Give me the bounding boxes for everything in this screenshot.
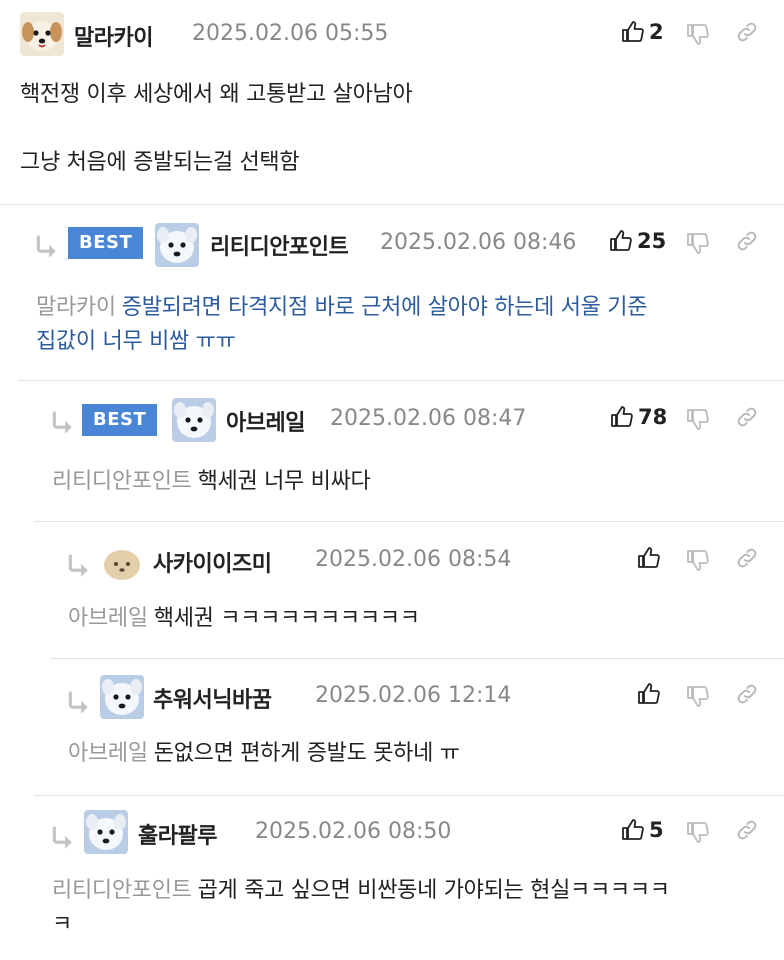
comment-date: 2025.02.06 08:46 [380, 230, 577, 255]
like-button[interactable] [637, 682, 665, 706]
mention-tag[interactable]: 리티디안포인트 [52, 469, 192, 494]
reply-arrow-icon [66, 691, 92, 717]
comment-text-line: 집값이 너무 비쌈 ㅠㅠ [36, 329, 236, 354]
comment-item: 추워서닉바꿈 2025.02.06 12:14 아브레일 돈없으면 편하게 증발도… [0, 659, 784, 795]
comment-text-line: 그냥 처음에 증발되는걸 선택함 [20, 150, 300, 175]
thumbs-up-icon [621, 818, 645, 842]
comment-body: 리티디안포인트 핵세권 너무 비싸다 [52, 465, 371, 499]
like-button[interactable] [637, 546, 665, 570]
dog-avatar-icon [84, 810, 128, 854]
comment-text-line: 리티디안포인트 핵세권 너무 비싸다 [52, 465, 371, 499]
like-button[interactable]: 25 [609, 229, 666, 253]
thumbs-down-icon[interactable] [686, 548, 710, 572]
best-badge: BEST [82, 404, 158, 436]
link-icon[interactable] [735, 405, 759, 429]
thumbs-down-icon[interactable] [686, 231, 710, 255]
comment-item: 말라카이 2025.02.06 05:55 2 핵전쟁 이후 세상에서 왜 고통… [0, 0, 784, 205]
comment-text: 곱게 죽고 싶으면 비싼동네 가야되는 현실ㅋㅋㅋㅋㅋ [197, 878, 670, 903]
comment-body: 핵전쟁 이후 세상에서 왜 고통받고 살아남아 그냥 처음에 증발되는걸 선택함 [20, 78, 413, 180]
link-icon[interactable] [735, 229, 759, 253]
avatar[interactable] [20, 12, 64, 56]
reply-arrow-icon [50, 826, 76, 852]
like-button[interactable]: 2 [621, 20, 664, 44]
dog-avatar-icon [20, 12, 64, 56]
comment-body: 말라카이 증발되려면 타격지점 바로 근처에 살아야 하는데 서울 기준 집값이 … [36, 291, 647, 359]
comment-date: 2025.02.06 05:55 [192, 21, 389, 46]
dog-avatar-icon [100, 542, 144, 586]
like-count: 2 [649, 20, 664, 44]
comment-text-line: ㅋ [52, 912, 72, 937]
thumbs-up-icon [637, 682, 661, 706]
comment-author[interactable]: 아브레일 [226, 405, 305, 437]
comment-author[interactable]: 리티디안포인트 [210, 229, 349, 261]
comment-item: BEST 리티디안포인트 2025.02.06 08:46 25 말라카이 증발되… [0, 205, 784, 381]
thumbs-down-icon[interactable] [686, 407, 710, 431]
best-badge: BEST [68, 227, 144, 259]
avatar[interactable] [84, 810, 128, 854]
avatar[interactable] [100, 675, 144, 719]
comment-date: 2025.02.06 08:47 [330, 406, 527, 431]
comment-body: 아브레일 핵세권 ㅋㅋㅋㅋㅋㅋㅋㅋㅋㅋ [68, 602, 420, 636]
thumbs-up-icon [610, 405, 634, 429]
dog-avatar-icon [172, 398, 216, 442]
thumbs-down-icon[interactable] [686, 22, 710, 46]
reply-arrow-icon [66, 554, 92, 580]
comment-text-line: 말라카이 증발되려면 타격지점 바로 근처에 살아야 하는데 서울 기준 [36, 291, 647, 325]
comment-text: 핵세권 너무 비싸다 [197, 469, 371, 494]
thumbs-down-icon[interactable] [686, 820, 710, 844]
comment-text-line: 아브레일 핵세권 ㅋㅋㅋㅋㅋㅋㅋㅋㅋㅋ [68, 602, 420, 636]
comment-text-line: 아브레일 돈없으면 편하게 증발도 못하네 ㅠ [68, 737, 460, 771]
like-button[interactable]: 5 [621, 818, 664, 842]
comment-text: 핵세권 ㅋㅋㅋㅋㅋㅋㅋㅋㅋㅋ [153, 606, 420, 631]
dog-avatar-icon [100, 675, 144, 719]
like-count: 78 [638, 405, 668, 429]
link-icon[interactable] [735, 20, 759, 44]
avatar[interactable] [172, 398, 216, 442]
comment-author[interactable]: 말라카이 [74, 20, 153, 52]
comment-text-line: 리티디안포인트 곱게 죽고 싶으면 비싼동네 가야되는 현실ㅋㅋㅋㅋㅋ [52, 874, 670, 908]
dog-avatar-icon [155, 223, 199, 267]
comment-text: 돈없으면 편하게 증발도 못하네 ㅠ [153, 741, 460, 766]
like-count: 5 [649, 818, 664, 842]
comment-item: 사카이이즈미 2025.02.06 08:54 아브레일 핵세권 ㅋㅋㅋㅋㅋㅋㅋㅋ… [0, 522, 784, 658]
comment-body: 리티디안포인트 곱게 죽고 싶으면 비싼동네 가야되는 현실ㅋㅋㅋㅋㅋ ㅋ [52, 874, 670, 942]
comment-author[interactable]: 훌라팔루 [138, 818, 217, 850]
comment-date: 2025.02.06 08:50 [255, 819, 452, 844]
comment-text-line: 핵전쟁 이후 세상에서 왜 고통받고 살아남아 [20, 82, 413, 107]
like-button[interactable]: 78 [610, 405, 667, 429]
comment-item: BEST 아브레일 2025.02.06 08:47 78 리티디안포인트 핵세권… [0, 381, 784, 521]
link-icon[interactable] [735, 818, 759, 842]
mention-tag[interactable]: 아브레일 [68, 741, 148, 766]
avatar[interactable] [155, 223, 199, 267]
comment-date: 2025.02.06 08:54 [315, 547, 512, 572]
mention-tag[interactable]: 아브레일 [68, 606, 148, 631]
link-icon[interactable] [735, 682, 759, 706]
comment-date: 2025.02.06 12:14 [315, 683, 512, 708]
thumbs-up-icon [621, 20, 645, 44]
comment-author[interactable]: 사카이이즈미 [153, 546, 272, 578]
comment-author[interactable]: 추워서닉바꿈 [153, 682, 272, 714]
reply-arrow-icon [50, 411, 76, 437]
avatar[interactable] [100, 542, 144, 586]
thumbs-down-icon[interactable] [686, 684, 710, 708]
thumbs-up-icon [609, 229, 633, 253]
reply-arrow-icon [34, 235, 60, 261]
comment-item: 훌라팔루 2025.02.06 08:50 5 리티디안포인트 곱게 죽고 싶으면… [0, 796, 784, 960]
mention-tag[interactable]: 말라카이 [36, 295, 116, 320]
link-icon[interactable] [735, 546, 759, 570]
mention-tag[interactable]: 리티디안포인트 [52, 878, 192, 903]
comment-text: 증발되려면 타격지점 바로 근처에 살아야 하는데 서울 기준 [121, 295, 648, 320]
comment-body: 아브레일 돈없으면 편하게 증발도 못하네 ㅠ [68, 737, 460, 771]
thumbs-up-icon [637, 546, 661, 570]
like-count: 25 [637, 229, 667, 253]
